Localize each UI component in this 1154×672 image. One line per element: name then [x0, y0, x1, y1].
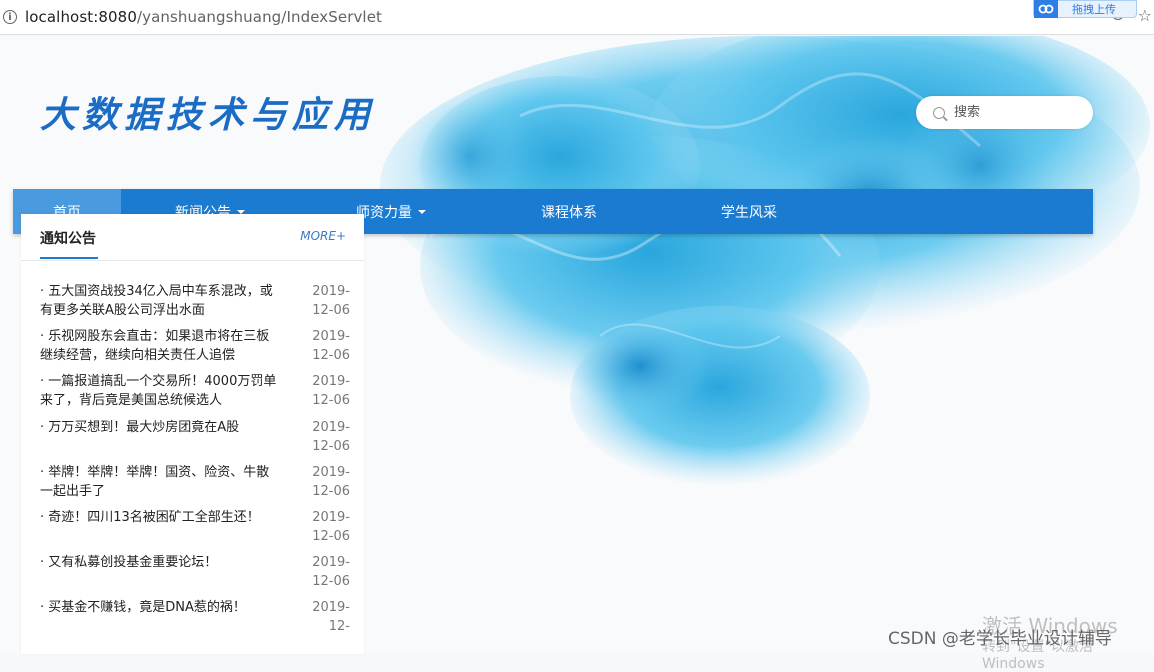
news-title[interactable]: · 一篇报道搞乱一个交易所！4000万罚单来了，背后竟是美国总统候选人: [40, 372, 280, 417]
news-title[interactable]: · 乐视网股东会直击：如果退市将在三板继续经营，继续向相关责任人追偿: [40, 327, 280, 372]
list-item[interactable]: · 万万买想到！最大炒房团竟在A股 2019-12-06: [40, 418, 350, 463]
news-date: 2019-12-06: [312, 374, 350, 409]
chevron-down-icon: [237, 209, 245, 214]
nav-curriculum-label: 课程体系: [541, 204, 597, 221]
news-date: 2019-12-06: [312, 509, 350, 544]
news-date: 2019-12-06: [312, 419, 350, 454]
news-date: 2019-12-06: [312, 464, 350, 499]
news-title[interactable]: · 奇迹！四川13名被困矿工全部生还！: [40, 508, 280, 553]
news-date: 2019-12-: [312, 600, 350, 635]
notice-title: 通知公告: [40, 231, 96, 247]
news-date: 2019-12-06: [312, 329, 350, 364]
search-icon: [933, 106, 945, 119]
baidu-upload-widget[interactable]: 拖拽上传: [1033, 0, 1137, 18]
news-title[interactable]: · 五大国资战投34亿入局中车系混改，或有更多关联A股公司浮出水面: [40, 282, 280, 327]
url-path: /yanshuangshuang/IndexServlet: [136, 8, 383, 26]
browser-address-bar[interactable]: i localhost:8080/yanshuangshuang/IndexSe…: [0, 0, 1154, 35]
news-date: 2019-12-06: [312, 555, 350, 590]
news-title[interactable]: · 又有私募创投基金重要论坛！: [40, 553, 280, 598]
list-item[interactable]: · 奇迹！四川13名被困矿工全部生还！ 2019-12-06: [40, 508, 350, 553]
nav-students[interactable]: 学生风采: [655, 189, 843, 234]
nav-students-label: 学生风采: [721, 204, 777, 221]
bookmark-star-icon[interactable]: ☆: [1138, 6, 1152, 25]
notice-list: · 五大国资战投34亿入局中车系混改，或有更多关联A股公司浮出水面 2019-1…: [40, 282, 350, 644]
chevron-down-icon: [418, 209, 426, 214]
baidu-cloud-icon: [1034, 0, 1058, 18]
search-box[interactable]: [916, 96, 1093, 129]
list-item[interactable]: · 又有私募创投基金重要论坛！ 2019-12-06: [40, 553, 350, 598]
list-item[interactable]: · 买基金不赚钱，竟是DNA惹的祸！ 2019-12-: [40, 598, 350, 643]
notice-panel-header: 通知公告 MORE+: [21, 214, 364, 261]
list-item[interactable]: · 一篇报道搞乱一个交易所！4000万罚单来了，背后竟是美国总统候选人 2019…: [40, 372, 350, 417]
notice-panel: 通知公告 MORE+ · 五大国资战投34亿入局中车系混改，或有更多关联A股公司…: [21, 214, 364, 654]
news-title[interactable]: · 举牌！举牌！举牌！国资、险资、牛散一起出手了: [40, 463, 280, 508]
csdn-watermark: CSDN @老学长毕业设计辅导: [888, 629, 1112, 649]
address-url[interactable]: localhost:8080/yanshuangshuang/IndexServ…: [25, 8, 382, 26]
notice-more-link[interactable]: MORE+: [300, 229, 346, 243]
list-item[interactable]: · 五大国资战投34亿入局中车系混改，或有更多关联A股公司浮出水面 2019-1…: [40, 282, 350, 327]
list-item[interactable]: · 举牌！举牌！举牌！国资、险资、牛散一起出手了 2019-12-06: [40, 463, 350, 508]
list-item[interactable]: · 乐视网股东会直击：如果退市将在三板继续经营，继续向相关责任人追偿 2019-…: [40, 327, 350, 372]
baidu-upload-label: 拖拽上传: [1072, 3, 1116, 16]
notice-title-underline: [40, 257, 98, 259]
search-input[interactable]: [952, 104, 1086, 121]
news-date: 2019-12-06: [312, 284, 350, 318]
url-host: localhost:8080: [25, 8, 137, 26]
news-title[interactable]: · 万万买想到！最大炒房团竟在A股: [40, 418, 280, 463]
site-info-icon[interactable]: i: [3, 10, 17, 24]
site-title: 大数据技术与应用: [40, 94, 377, 136]
nav-faculty-label: 师资力量: [356, 204, 412, 221]
nav-curriculum[interactable]: 课程体系: [483, 189, 655, 234]
news-title[interactable]: · 买基金不赚钱，竟是DNA惹的祸！: [40, 598, 280, 643]
